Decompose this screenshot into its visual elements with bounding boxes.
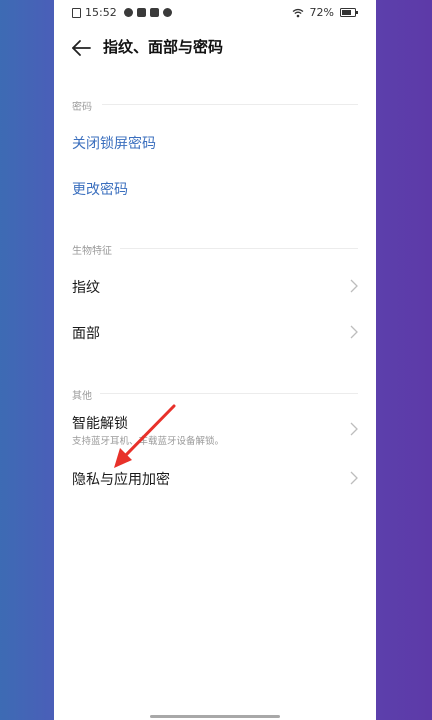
section-label-biometrics: 生物特征	[72, 246, 112, 257]
header: 指纹、面部与密码	[54, 30, 376, 66]
fingerprint-label: 指纹	[72, 280, 100, 296]
smart-unlock-item[interactable]: 智能解锁 支持蓝牙耳机、车载蓝牙设备解锁。	[54, 404, 376, 450]
sim-icon	[72, 7, 81, 18]
chevron-right-icon	[350, 325, 358, 339]
section-divider	[102, 104, 358, 105]
smart-unlock-description: 支持蓝牙耳机、车载蓝牙设备解锁。	[72, 436, 225, 447]
section-divider	[100, 393, 358, 394]
wifi-icon	[292, 8, 303, 17]
page-title: 指纹、面部与密码	[103, 38, 224, 56]
app-icon-4	[162, 8, 172, 17]
smart-unlock-label: 智能解锁	[72, 416, 128, 432]
disable-lock-password-item[interactable]: 关闭锁屏密码	[54, 122, 376, 162]
change-password-item[interactable]: 更改密码	[54, 168, 376, 208]
section-divider	[120, 248, 358, 249]
battery-icon	[340, 8, 358, 17]
chevron-right-icon	[350, 279, 358, 293]
status-time: 15:52	[85, 6, 117, 19]
change-password-label: 更改密码	[72, 182, 128, 198]
app-icon-1	[123, 8, 133, 17]
privacy-app-encryption-label: 隐私与应用加密	[72, 472, 170, 488]
disable-lock-password-label: 关闭锁屏密码	[72, 136, 156, 152]
status-bar: 15:52 72%	[54, 0, 376, 26]
back-arrow-icon[interactable]	[70, 38, 92, 58]
face-item[interactable]: 面部	[54, 312, 376, 352]
status-bar-left: 15:52	[72, 6, 172, 19]
battery-percent: 72%	[309, 6, 334, 19]
app-icon-2	[136, 8, 146, 17]
status-bar-right: 72%	[292, 6, 358, 19]
chevron-right-icon	[350, 471, 358, 485]
section-label-other: 其他	[72, 391, 92, 402]
chevron-right-icon	[350, 422, 358, 436]
app-icon-3	[149, 8, 159, 17]
fingerprint-item[interactable]: 指纹	[54, 266, 376, 306]
privacy-app-encryption-item[interactable]: 隐私与应用加密	[54, 458, 376, 498]
section-label-password: 密码	[72, 102, 92, 113]
face-label: 面部	[72, 326, 100, 342]
navigation-handle[interactable]	[150, 715, 280, 718]
phone-screen: 15:52 72% 指纹、面部与密码 密码 关闭锁屏密码 更改密码 生物特征 指…	[54, 0, 376, 720]
annotation-arrow-icon	[114, 404, 176, 468]
